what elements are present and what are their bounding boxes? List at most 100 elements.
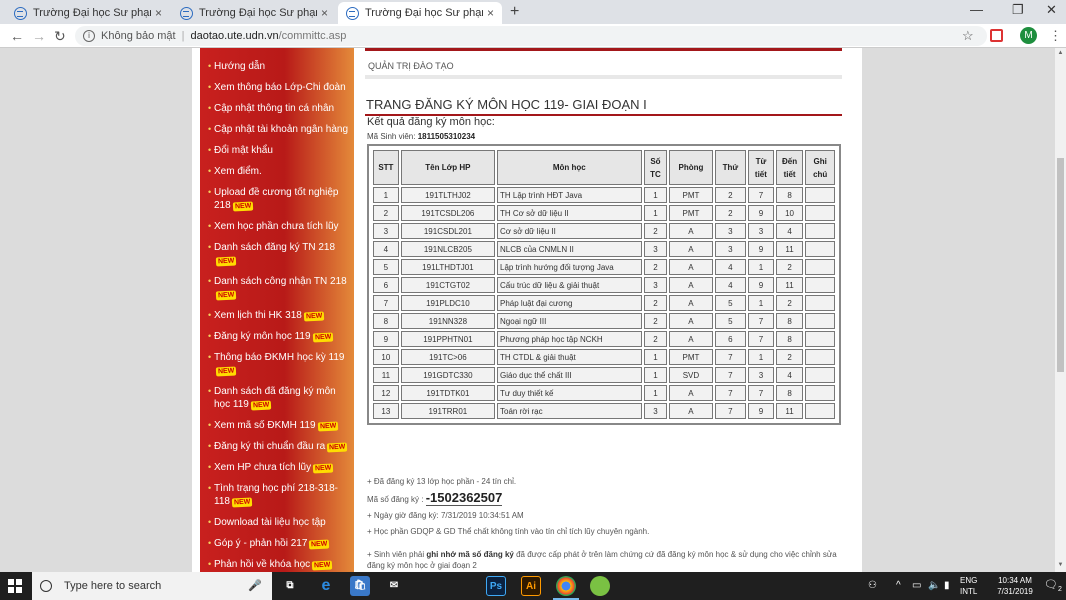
- sidebar-item-label: Đăng ký thi chuẩn đầu ra: [214, 441, 326, 452]
- browser-tab-active[interactable]: Trường Đại học Sư phạm Kỹ thuật ×: [338, 2, 502, 24]
- table-body: 1 191TLTHJ02 TH Lập trình HĐT Java 1 PMT 2 7 8 2…: [373, 187, 835, 419]
- table-cell: 2: [714, 205, 747, 221]
- browser-tab[interactable]: Trường Đại học Sư phạm Kỹ thuật ×: [172, 2, 336, 24]
- sidebar-item[interactable]: Phản hồi về khóa họcNEW: [200, 558, 354, 571]
- notification-icon[interactable]: 🗨2: [1044, 578, 1062, 593]
- browser-menu-icon[interactable]: ⋮: [1049, 28, 1062, 44]
- new-badge-icon: NEW: [309, 539, 330, 550]
- sidebar-item[interactable]: Danh sách đăng ký TN 218 NEW: [200, 241, 354, 267]
- table-cell: 7: [748, 313, 774, 329]
- scroll-thumb[interactable]: [1057, 158, 1064, 372]
- sidebar-item-label: Xem mã số ĐKMH 119: [214, 420, 316, 431]
- illustrator-icon[interactable]: Ai: [521, 576, 541, 596]
- table-cell: A: [669, 385, 713, 401]
- reload-icon[interactable]: ↻: [54, 28, 66, 45]
- table-cell: A: [669, 241, 713, 257]
- table-cell: 191LTHDTJ01: [400, 259, 496, 275]
- back-icon[interactable]: ←: [10, 28, 24, 44]
- sidebar-item[interactable]: Xem mã số ĐKMH 119NEW: [200, 419, 354, 432]
- sidebar-item[interactable]: Danh sách công nhận TN 218 NEW: [200, 275, 354, 301]
- taskbar-search[interactable]: Type here to search 🎤: [32, 572, 272, 600]
- table-row: 10 191TC>06 TH CTDL & giải thuật 1 PMT 7 1 2: [373, 349, 835, 365]
- table-cell: [805, 295, 835, 311]
- sidebar-item[interactable]: Cập nhật thông tin cá nhân: [200, 102, 354, 115]
- people-icon[interactable]: ⚇: [868, 580, 877, 591]
- table-cell: 11: [775, 277, 804, 293]
- task-view-icon[interactable]: ⧉: [280, 576, 300, 596]
- edge-icon[interactable]: e: [316, 576, 336, 596]
- sidebar-item[interactable]: Xem thông báo Lớp-Chi đoàn: [200, 81, 354, 94]
- sidebar-item[interactable]: Upload đề cương tốt nghiệp 218NEW: [200, 186, 354, 212]
- table-cell: [805, 205, 835, 221]
- sidebar-item[interactable]: Danh sách đã đăng ký môn học 119NEW: [200, 385, 354, 411]
- gdqp-note: + Học phần GDQP & GD Thể chất không tính…: [367, 527, 650, 536]
- new-tab-button[interactable]: +: [510, 3, 519, 21]
- restore-icon[interactable]: ❐: [1012, 2, 1024, 18]
- table-cell: 7: [714, 349, 747, 365]
- sidebar-item[interactable]: Góp ý - phản hồi 217NEW: [200, 537, 354, 550]
- photoshop-icon[interactable]: Ps: [486, 576, 506, 596]
- sidebar-item[interactable]: Xem học phần chưa tích lũy: [200, 220, 354, 233]
- table-cell: A: [669, 403, 713, 419]
- table-cell: 3: [748, 223, 774, 239]
- address-bar[interactable]: i Không bảo mật | daotao.ute.udn.vn /com…: [75, 26, 987, 46]
- network-icon[interactable]: ▭: [912, 580, 921, 591]
- store-icon[interactable]: 🛍: [350, 576, 370, 596]
- table-cell: 5: [373, 259, 399, 275]
- sidebar-item[interactable]: Đăng ký môn học 119NEW: [200, 330, 354, 343]
- table-cell: 1: [643, 187, 668, 203]
- sidebar-item[interactable]: Hướng dẫn: [200, 60, 354, 73]
- sidebar-item[interactable]: Đăng ký thi chuẩn đầu raNEW: [200, 440, 354, 453]
- table-cell: 1: [748, 295, 774, 311]
- table-cell: 191TRR01: [400, 403, 496, 419]
- system-clock[interactable]: 10:34 AM 7/31/2019: [990, 575, 1040, 597]
- browser-tab[interactable]: Trường Đại học Sư phạm Kỹ thuật ×: [6, 2, 170, 24]
- sidebar-item[interactable]: Xem điểm.: [200, 165, 354, 178]
- bookmark-star-icon[interactable]: ☆: [962, 28, 974, 44]
- sidebar-item[interactable]: Đổi mật khẩu: [200, 144, 354, 157]
- table-header-cell: Thứ: [714, 150, 747, 185]
- sidebar-item[interactable]: Xem HP chưa tích lũyNEW: [200, 461, 354, 474]
- sidebar-item[interactable]: Cập nhật tài khoản ngân hàng: [200, 123, 354, 136]
- volume-icon[interactable]: 🔈: [928, 580, 940, 591]
- battery-icon[interactable]: ▮: [944, 580, 950, 591]
- table-cell: 6: [373, 277, 399, 293]
- table-cell: 3: [714, 223, 747, 239]
- table-cell: 2: [643, 223, 668, 239]
- chrome-icon[interactable]: [553, 576, 579, 600]
- mail-icon[interactable]: ✉: [384, 576, 404, 596]
- forward-icon[interactable]: →: [32, 28, 46, 44]
- microphone-icon[interactable]: 🎤: [248, 579, 262, 592]
- table-row: 12 191TDTK01 Tư duy thiết kế 1 A 7 7 8: [373, 385, 835, 401]
- language-indicator[interactable]: ENG INTL: [960, 575, 977, 597]
- scroll-down-icon[interactable]: ▼: [1057, 562, 1064, 568]
- sidebar-item[interactable]: Thông báo ĐKMH học kỳ 119 NEW: [200, 351, 354, 377]
- close-tab-icon[interactable]: ×: [487, 6, 494, 20]
- table-cell: 4: [775, 223, 804, 239]
- minimize-icon[interactable]: —: [970, 2, 983, 17]
- new-badge-icon: NEW: [215, 366, 237, 377]
- table-cell: TH Cơ sở dữ liệu II: [497, 205, 642, 221]
- profile-avatar[interactable]: M: [1020, 27, 1037, 44]
- tray-chevron-icon[interactable]: ^: [896, 580, 901, 591]
- scroll-up-icon[interactable]: ▲: [1057, 50, 1064, 56]
- close-tab-icon[interactable]: ×: [321, 6, 328, 20]
- table-cell: 9: [748, 205, 774, 221]
- table-cell: 3: [748, 367, 774, 383]
- sidebar-item-label: Đổi mật khẩu: [214, 145, 273, 156]
- table-cell: 2: [643, 295, 668, 311]
- sidebar-item[interactable]: Xem lịch thi HK 318NEW: [200, 309, 354, 322]
- close-tab-icon[interactable]: ×: [155, 6, 162, 20]
- info-icon[interactable]: i: [83, 30, 95, 42]
- page-scrollbar[interactable]: ▲ ▼: [1055, 48, 1066, 572]
- windows-start-icon[interactable]: [8, 579, 22, 593]
- table-cell: Toán rời rạc: [497, 403, 642, 419]
- table-cell: 2: [714, 187, 747, 203]
- close-window-icon[interactable]: ✕: [1046, 2, 1057, 18]
- url-path: /committc.asp: [278, 30, 347, 42]
- table-cell: 6: [714, 331, 747, 347]
- sidebar-item[interactable]: Download tài liệu học tập: [200, 516, 354, 529]
- app-icon[interactable]: [590, 576, 610, 596]
- extension-icon[interactable]: [990, 29, 1003, 42]
- sidebar-item[interactable]: Tình trạng học phí 218-318-118NEW: [200, 482, 354, 508]
